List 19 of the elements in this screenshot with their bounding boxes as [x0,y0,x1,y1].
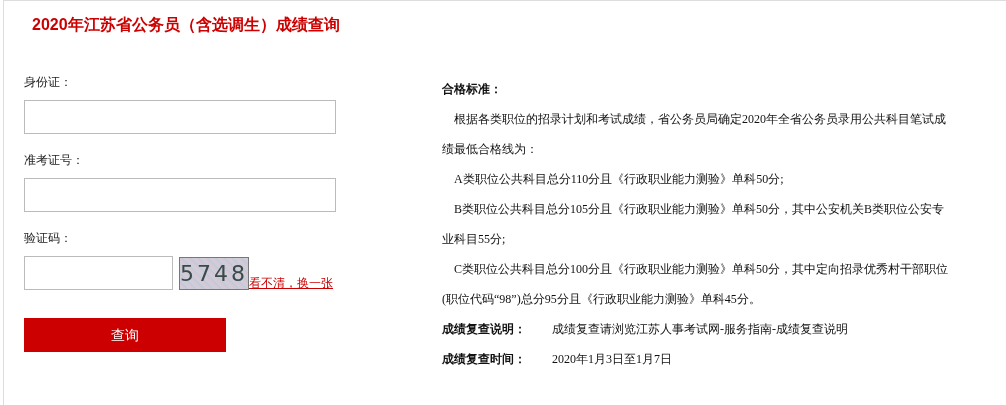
note-text: 成绩复查请浏览江苏人事考试网-服务指南-成绩复查说明 [552,321,848,338]
refresh-captcha-link[interactable]: 看不清，换一张 [249,276,333,290]
field-label: 身份证： [24,74,73,90]
page-title: 2020年江苏省公务员（含选调生）成绩查询 [32,15,341,35]
field-label: 准考证号： [24,152,85,168]
input-field[interactable] [24,178,336,212]
criteria-paragraph: C类职位公共科目总分100分且《行政职业能力测验》单科50分，其中定向招录优秀村干部职位(职位代码“98”)总分95分且《行政职业能力测验》单科45分。 [442,261,949,308]
note-label: 成绩复查说明： [442,321,527,338]
captcha-image: 5748 [179,257,249,290]
note-text: 2020年1月3日至1月7日 [552,351,672,368]
note-label: 成绩复查时间： [442,351,527,368]
search-button[interactable]: 查询 [24,318,226,352]
captcha-field[interactable] [24,256,173,290]
criteria-paragraph: 根据各类职位的招录计划和考试成绩，省公务员局确定2020年全省公务员录用公共科目笔试成绩最低合格线为： [442,111,947,158]
field-label: 验证码： [24,230,73,246]
criteria-paragraph: B类职位公共科目总分105分且《行政职业能力测验》单科50分，其中公安机关B类职位公安专业科目55分; [442,201,945,248]
criteria-paragraph: A类职位公共科目总分110分且《行政职业能力测验》单科50分; [453,171,785,188]
input-field[interactable] [24,100,336,134]
criteria-heading: 合格标准： [442,81,503,98]
